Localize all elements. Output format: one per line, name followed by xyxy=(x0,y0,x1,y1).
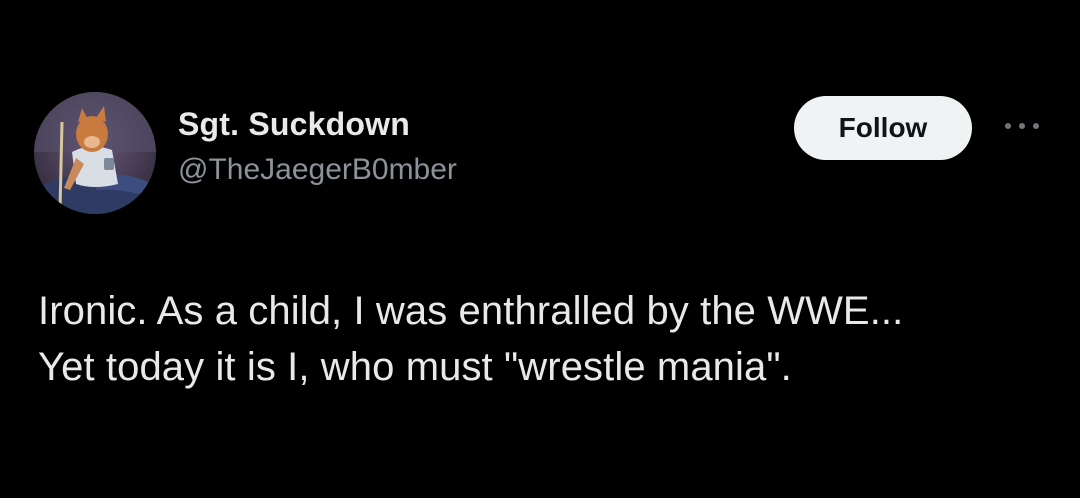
more-dots-icon[interactable] xyxy=(1000,116,1044,136)
author-display-name[interactable]: Sgt. Suckdown xyxy=(178,104,457,144)
tweet-card: Sgt. Suckdown @TheJaegerB0mber Follow Ir… xyxy=(0,0,1080,498)
follow-button[interactable]: Follow xyxy=(794,96,972,160)
avatar-image xyxy=(34,92,156,214)
tweet-text-line: Ironic. As a child, I was enthralled by … xyxy=(38,289,904,333)
author-avatar[interactable] xyxy=(34,92,156,214)
more-dots-glyph xyxy=(1005,123,1039,129)
author-handle[interactable]: @TheJaegerB0mber xyxy=(178,150,457,190)
author-identity: Sgt. Suckdown @TheJaegerB0mber xyxy=(178,104,457,190)
tweet-text-line: Yet today it is I, who must "wrestle man… xyxy=(38,345,792,389)
tweet-text: Ironic. As a child, I was enthralled by … xyxy=(38,283,1058,395)
